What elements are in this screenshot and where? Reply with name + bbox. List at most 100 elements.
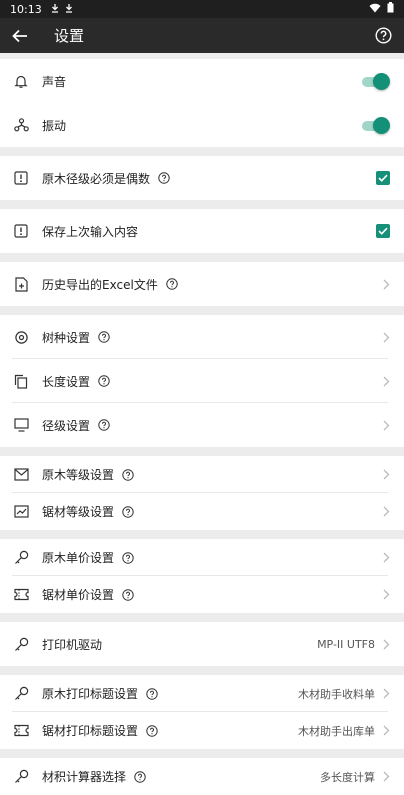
chevron-right-icon — [383, 688, 390, 699]
setting-vibration[interactable]: 振动 — [0, 103, 404, 147]
help-circle-icon[interactable] — [375, 27, 392, 44]
setting-save-last-input[interactable]: 保存上次输入内容 — [0, 209, 404, 253]
help-icon[interactable] — [134, 770, 146, 783]
chart-line-icon — [12, 503, 30, 521]
setting-label: 原木打印标题设置 — [42, 687, 139, 701]
setting-lumber-price[interactable]: 锯材单价设置 — [0, 576, 404, 613]
setting-printer-driver[interactable]: 打印机驱动 MP-II UTF8 — [0, 622, 404, 666]
setting-value: 木材助手出库单 — [298, 724, 375, 738]
group-dimensions: 树种设置 长度设置 径级设置 — [0, 315, 404, 447]
help-icon[interactable] — [122, 588, 134, 601]
mail-icon — [12, 466, 30, 484]
chevron-right-icon — [383, 639, 390, 650]
setting-value: 多长度计算 — [320, 770, 375, 784]
group-excel: 历史导出的Excel文件 — [0, 262, 404, 306]
help-icon[interactable] — [122, 468, 134, 481]
ticket-icon — [12, 722, 30, 740]
setting-diameter[interactable]: 径级设置 — [0, 403, 404, 447]
help-icon[interactable] — [98, 331, 110, 343]
alert-box-icon — [12, 169, 30, 187]
download-icon — [64, 3, 74, 16]
setting-label: 声音 — [42, 74, 67, 89]
help-icon[interactable] — [122, 551, 134, 564]
setting-label: 树种设置 — [42, 330, 91, 345]
group-save-input: 保存上次输入内容 — [0, 209, 404, 253]
status-bar: 10:13 — [0, 0, 404, 18]
wifi-icon — [369, 3, 381, 16]
setting-label: 原木等级设置 — [42, 468, 115, 482]
setting-value: 木材助手收料单 — [298, 687, 375, 701]
setting-label: 锯材等级设置 — [42, 505, 115, 519]
status-time: 10:13 — [10, 2, 42, 16]
sound-toggle[interactable] — [362, 72, 390, 90]
download-icon — [50, 3, 60, 16]
setting-log-print-title[interactable]: 原木打印标题设置 木材助手收料单 — [0, 675, 404, 712]
chevron-right-icon — [383, 725, 390, 736]
setting-label: 材积计算器选择 — [42, 770, 127, 784]
log-diameter-even-checkbox[interactable] — [376, 171, 390, 185]
setting-label: 径级设置 — [42, 418, 91, 433]
chevron-right-icon — [383, 279, 390, 290]
arrow-left-icon[interactable] — [12, 28, 28, 44]
group-print-titles: 原木打印标题设置 木材助手收料单 锯材打印标题设置 木材助手出库单 — [0, 675, 404, 749]
setting-label: 打印机驱动 — [42, 637, 103, 652]
group-even-diameter: 原木径级必须是偶数 — [0, 156, 404, 200]
setting-label: 原木单价设置 — [42, 551, 115, 565]
help-icon[interactable] — [166, 278, 178, 290]
help-icon[interactable] — [158, 172, 170, 184]
setting-label: 长度设置 — [42, 374, 91, 389]
gear-icon — [12, 328, 30, 346]
group-prices: 原木单价设置 锯材单价设置 — [0, 539, 404, 613]
group-calculator: 材积计算器选择 多长度计算 — [0, 758, 404, 795]
setting-label: 振动 — [42, 118, 67, 133]
setting-value: MP-II UTF8 — [317, 637, 375, 651]
setting-label: 原木径级必须是偶数 — [42, 171, 151, 186]
page-title: 设置 — [54, 27, 85, 45]
setting-excel-history[interactable]: 历史导出的Excel文件 — [0, 262, 404, 306]
help-icon[interactable] — [122, 505, 134, 518]
chevron-right-icon — [383, 589, 390, 600]
setting-lumber-print-title[interactable]: 锯材打印标题设置 木材助手出库单 — [0, 712, 404, 749]
alert-box-icon — [12, 222, 30, 240]
group-printer: 打印机驱动 MP-II UTF8 — [0, 622, 404, 666]
help-icon[interactable] — [146, 687, 158, 700]
bell-icon — [12, 72, 30, 90]
chevron-right-icon — [383, 469, 390, 480]
monitor-icon — [12, 416, 30, 434]
group-grades: 原木等级设置 锯材等级设置 — [0, 456, 404, 530]
chevron-right-icon — [383, 420, 390, 431]
chevron-right-icon — [383, 771, 390, 782]
ticket-icon — [12, 586, 30, 604]
setting-label: 锯材打印标题设置 — [42, 724, 139, 738]
copy-icon — [12, 372, 30, 390]
key-icon — [12, 549, 30, 567]
save-last-input-checkbox[interactable] — [376, 224, 390, 238]
setting-species[interactable]: 树种设置 — [0, 315, 404, 359]
setting-log-grade[interactable]: 原木等级设置 — [0, 456, 404, 493]
setting-sound[interactable]: 声音 — [0, 59, 404, 103]
file-plus-icon — [12, 275, 30, 293]
chevron-right-icon — [383, 506, 390, 517]
help-icon[interactable] — [146, 724, 158, 737]
chevron-right-icon — [383, 376, 390, 387]
app-bar: 设置 — [0, 18, 404, 53]
chevron-right-icon — [383, 332, 390, 343]
battery-icon — [387, 2, 394, 16]
key-icon — [12, 635, 30, 653]
key-icon — [12, 768, 30, 786]
setting-calculator[interactable]: 材积计算器选择 多长度计算 — [0, 758, 404, 795]
key-icon — [12, 685, 30, 703]
setting-label: 保存上次输入内容 — [42, 224, 139, 239]
setting-label: 历史导出的Excel文件 — [42, 277, 158, 292]
setting-log-diameter-even[interactable]: 原木径级必须是偶数 — [0, 156, 404, 200]
group-feedback: 声音 振动 — [0, 59, 404, 147]
settings-list: 声音 振动 原木径级必须是偶数 保存上次输入内容 历史导出的Excel文件 树种… — [0, 53, 404, 795]
help-icon[interactable] — [98, 419, 110, 431]
setting-length[interactable]: 长度设置 — [0, 359, 404, 403]
help-icon[interactable] — [98, 375, 110, 387]
setting-label: 锯材单价设置 — [42, 588, 115, 602]
vibration-toggle[interactable] — [362, 116, 390, 134]
setting-log-price[interactable]: 原木单价设置 — [0, 539, 404, 576]
vibration-icon — [12, 116, 30, 134]
setting-lumber-grade[interactable]: 锯材等级设置 — [0, 493, 404, 530]
